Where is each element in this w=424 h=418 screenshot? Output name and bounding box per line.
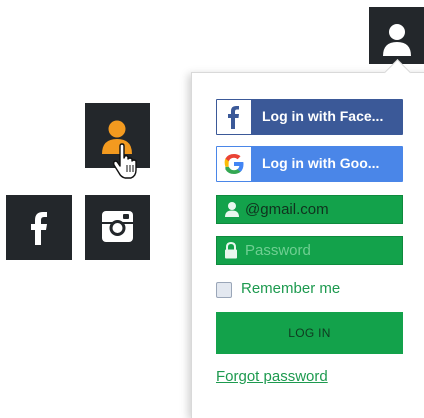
facebook-login-button[interactable]: Log in with Face... <box>216 99 403 135</box>
facebook-login-label: Log in with Face... <box>262 108 384 124</box>
user-icon <box>383 24 411 56</box>
password-placeholder: Password <box>245 242 311 259</box>
google-g-icon <box>217 147 251 181</box>
facebook-square-button[interactable] <box>6 195 72 260</box>
remember-me-label[interactable]: Remember me <box>241 280 340 297</box>
google-login-button[interactable]: Log in with Goo... <box>216 146 403 182</box>
remember-me-checkbox[interactable] <box>216 282 232 298</box>
facebook-f-icon <box>217 100 251 134</box>
password-field[interactable]: Password <box>216 236 403 265</box>
login-button[interactable]: LOG IN <box>216 312 403 354</box>
instagram-square-button[interactable] <box>85 195 150 260</box>
google-login-label: Log in with Goo... <box>262 155 380 171</box>
email-field[interactable]: @gmail.com <box>216 195 403 224</box>
instagram-icon <box>102 211 133 242</box>
forgot-password-link[interactable]: Forgot password <box>216 368 328 385</box>
user-icon <box>224 201 240 222</box>
hand-pointer-icon <box>112 143 137 179</box>
email-value: @gmail.com <box>245 201 329 218</box>
lock-icon <box>224 241 238 263</box>
account-toggle-button[interactable] <box>369 7 424 64</box>
facebook-icon <box>31 212 47 245</box>
